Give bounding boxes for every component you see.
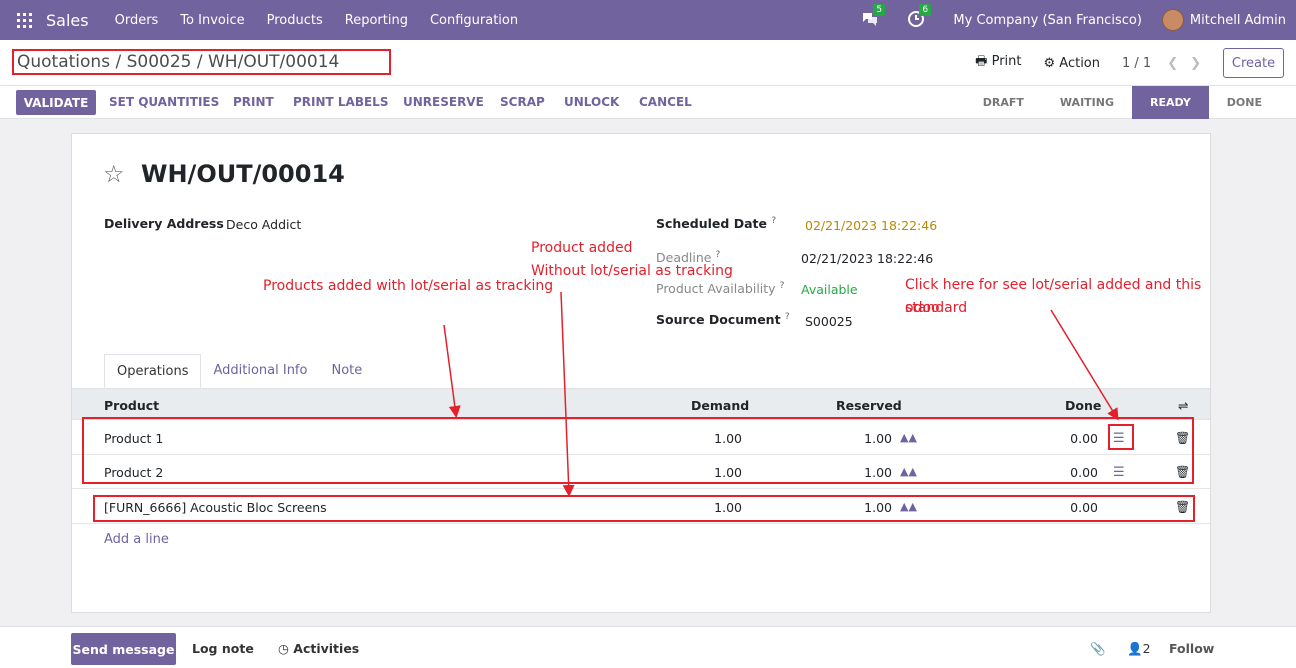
user-icon: 👤 — [1127, 641, 1143, 656]
annotation-box-no-lot-row — [93, 495, 1195, 522]
activity-clock-icon[interactable]: 6 — [907, 4, 932, 30]
tab-operations[interactable]: Operations — [104, 354, 202, 388]
menu-products[interactable]: Products — [267, 13, 323, 28]
activity-badge: 6 — [919, 4, 932, 16]
status-bar: DRAFT WAITING READY DONE — [965, 86, 1280, 119]
chat-icon[interactable]: 5 — [861, 4, 886, 30]
cancel-button[interactable]: CANCEL — [639, 95, 692, 109]
annotation-box-lot-rows — [82, 417, 1194, 484]
create-button[interactable]: Create — [1223, 48, 1284, 78]
chatter-bar: Send message Log note ◷ Activities 📎 👤2 … — [0, 626, 1296, 668]
col-product[interactable]: Product — [104, 398, 159, 413]
pager-value[interactable]: 1 / 1 — [1122, 56, 1151, 71]
company-switcher[interactable]: My Company (San Francisco) — [953, 13, 1141, 28]
chat-badge: 5 — [873, 4, 886, 16]
top-navbar: Sales Orders To Invoice Products Reporti… — [0, 0, 1296, 40]
star-icon[interactable]: ☆ — [103, 160, 125, 188]
column-settings-icon[interactable]: ⇌ — [1178, 398, 1188, 413]
followers-button[interactable]: 👤2 — [1127, 641, 1151, 657]
button-bar: VALIDATE SET QUANTITIES PRINT PRINT LABE… — [0, 86, 1296, 119]
col-done[interactable]: Done — [1065, 398, 1101, 413]
gear-icon: ⚙ — [1043, 55, 1056, 71]
notebook-tabs: Operations Additional Info Note — [104, 354, 374, 388]
status-waiting[interactable]: WAITING — [1042, 86, 1132, 119]
printer-icon: 🖶 — [975, 54, 988, 69]
annotation-click-line2: standard — [905, 300, 968, 316]
send-message-button[interactable]: Send message — [71, 633, 176, 665]
scheduled-date-value[interactable]: 02/21/2023 18:22:46 — [805, 218, 937, 233]
tab-additional-info[interactable]: Additional Info — [201, 354, 319, 388]
source-document-label: Source Document ? — [656, 312, 790, 328]
source-document-value[interactable]: S00025 — [805, 314, 853, 329]
unlock-button[interactable]: UNLOCK — [564, 95, 619, 109]
attachment-icon[interactable]: 📎 — [1090, 641, 1106, 657]
user-menu[interactable]: Mitchell Admin — [1190, 13, 1286, 28]
add-line-link[interactable]: Add a line — [104, 532, 169, 547]
apps-menu-icon[interactable] — [17, 12, 32, 28]
pager-prev-icon[interactable]: ❮ — [1167, 56, 1178, 71]
form-sheet: ☆ WH/OUT/00014 Delivery Address Deco Add… — [71, 133, 1211, 613]
status-ready[interactable]: READY — [1132, 86, 1209, 119]
user-avatar[interactable] — [1161, 9, 1184, 31]
delivery-address-value[interactable]: Deco Addict — [226, 217, 301, 232]
scrap-button[interactable]: SCRAP — [500, 95, 545, 109]
annotation-lot-tracking: Products added with lot/serial as tracki… — [263, 278, 554, 294]
set-quantities-button[interactable]: SET QUANTITIES — [109, 95, 219, 109]
log-note-button[interactable]: Log note — [192, 641, 254, 656]
col-demand[interactable]: Demand — [691, 398, 749, 413]
print-button[interactable]: PRINT — [233, 95, 274, 109]
status-done[interactable]: DONE — [1209, 86, 1280, 119]
tab-note[interactable]: Note — [319, 354, 374, 388]
pager-next-icon[interactable]: ❯ — [1190, 56, 1201, 71]
delivery-address-label: Delivery Address — [104, 216, 224, 231]
follow-button[interactable]: Follow — [1169, 641, 1214, 656]
action-dropdown[interactable]: ⚙ Action — [1043, 56, 1100, 71]
activities-button[interactable]: ◷ Activities — [278, 641, 359, 656]
breadcrumb[interactable]: Quotations / S00025 / WH/OUT/00014 — [12, 49, 391, 75]
print-dropdown[interactable]: 🖶 Print — [975, 52, 1021, 74]
annotation-no-lot-line2: Without lot/serial as tracking — [531, 263, 733, 279]
col-reserved[interactable]: Reserved — [836, 398, 902, 413]
record-title: WH/OUT/00014 — [141, 160, 345, 188]
annotation-no-lot-line1: Product added — [531, 240, 633, 256]
deadline-value: 02/21/2023 18:22:46 — [801, 251, 934, 266]
menu-configuration[interactable]: Configuration — [430, 13, 518, 28]
availability-label: Product Availability ? — [656, 281, 785, 297]
menu-orders[interactable]: Orders — [115, 13, 159, 28]
table-header: Product Demand Reserved Done ⇌ — [72, 388, 1210, 420]
control-panel: Quotations / S00025 / WH/OUT/00014 🖶 Pri… — [0, 40, 1296, 86]
scheduled-date-label: Scheduled Date ? — [656, 216, 777, 232]
menu-reporting[interactable]: Reporting — [345, 13, 408, 28]
app-brand[interactable]: Sales — [46, 11, 89, 30]
print-labels-button[interactable]: PRINT LABELS — [293, 95, 388, 109]
menu-to-invoice[interactable]: To Invoice — [180, 13, 244, 28]
validate-button[interactable]: VALIDATE — [16, 90, 96, 115]
unreserve-button[interactable]: UNRESERVE — [403, 95, 484, 109]
status-draft[interactable]: DRAFT — [965, 86, 1042, 119]
clock-icon: ◷ — [278, 641, 289, 656]
annotation-box-list-icon — [1108, 424, 1134, 450]
availability-value: Available — [801, 282, 858, 297]
